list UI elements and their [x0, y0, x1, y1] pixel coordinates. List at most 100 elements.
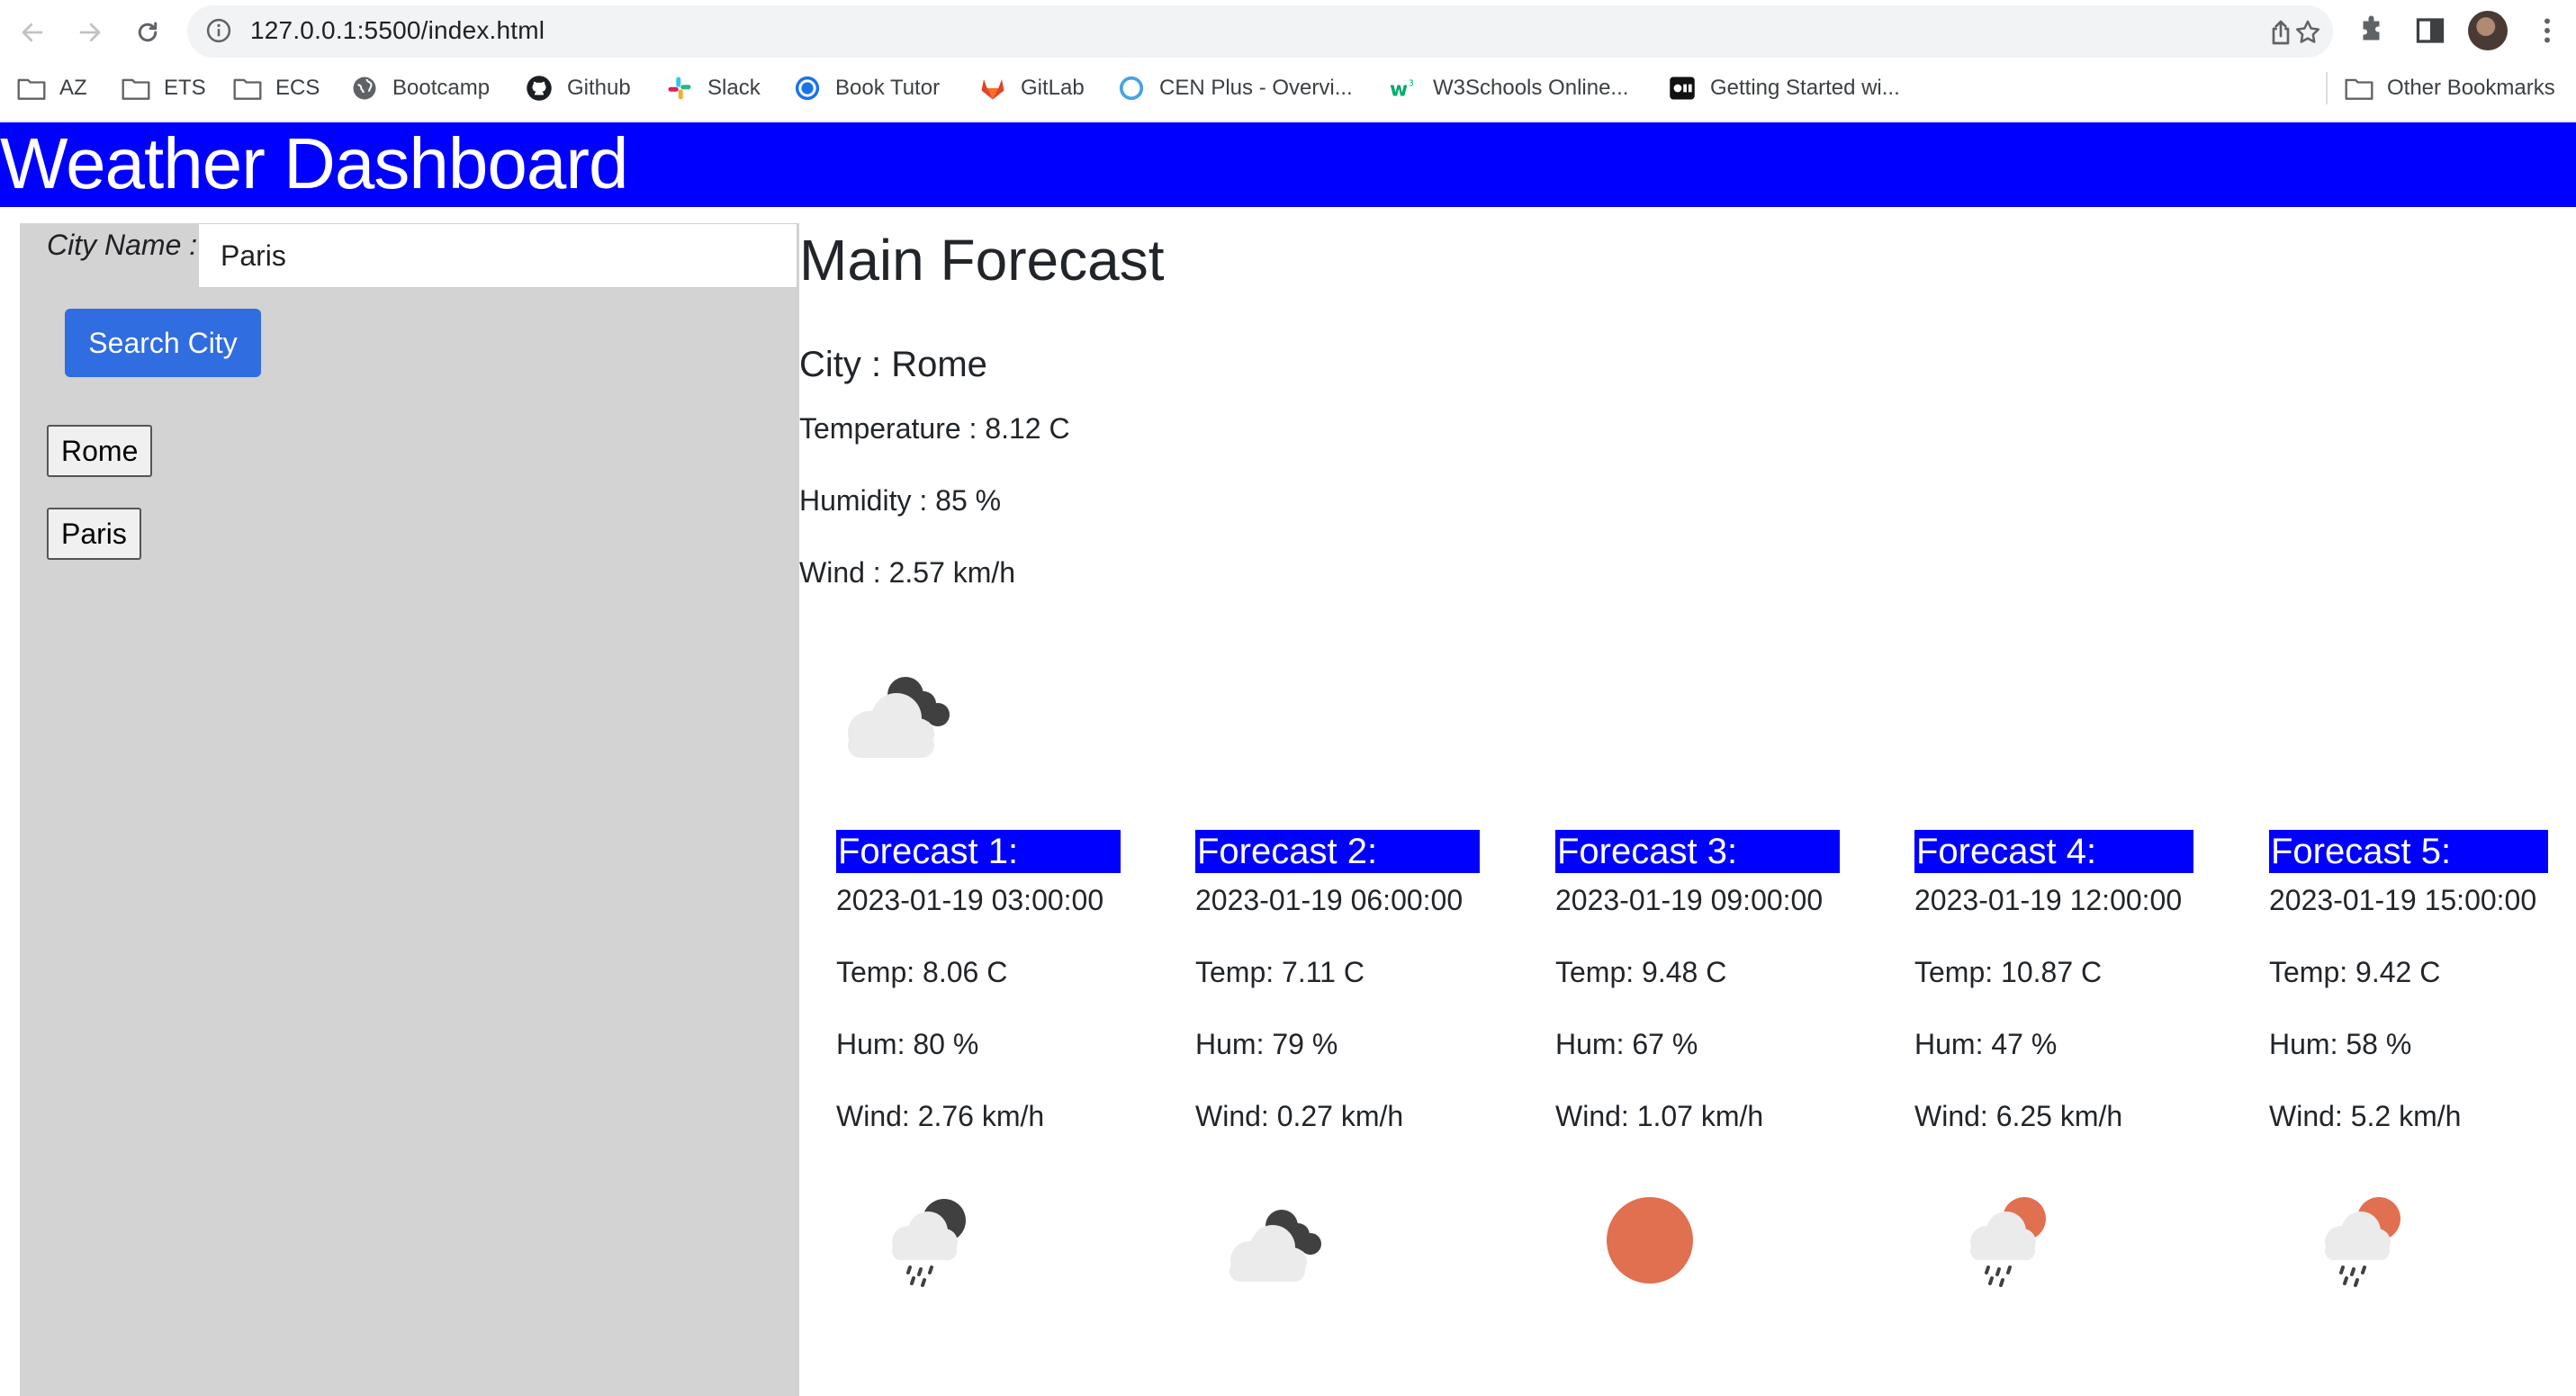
- slack-icon: [664, 75, 695, 102]
- share-icon[interactable]: [2266, 18, 2295, 47]
- bookmark-label: Bootcamp: [392, 76, 491, 100]
- bookmark-cen-plus-overvi[interactable]: CEN Plus - Overvi...: [1116, 74, 1353, 103]
- star-icon[interactable]: [2293, 18, 2322, 47]
- forecast-date: 2023-01-19 12:00:00: [1914, 884, 2183, 916]
- forecast-humidity: Hum: 67 %: [1555, 1028, 1698, 1060]
- bookmark-label: ECS: [275, 76, 320, 100]
- globe-icon: [349, 75, 380, 102]
- bookmark-ets[interactable]: ETS: [121, 74, 206, 103]
- forecast-temp: Temp: 9.42 C: [2269, 956, 2441, 988]
- cen-icon: [1116, 75, 1147, 102]
- bookmark-label: Github: [567, 76, 631, 100]
- gitlab-icon: [977, 75, 1008, 102]
- forecast-date: 2023-01-19 06:00:00: [1195, 884, 1464, 916]
- bookmarks-separator: [2326, 72, 2328, 104]
- bookmark-book-tutor[interactable]: Book Tutor: [792, 74, 940, 103]
- history-button-rome[interactable]: Rome: [47, 425, 153, 477]
- history-button-paris[interactable]: Paris: [47, 508, 141, 560]
- bookmark-label: GitLab: [1021, 76, 1085, 100]
- folder-icon: [232, 75, 263, 102]
- back-button[interactable]: [13, 13, 52, 52]
- book-tutor-icon: [792, 75, 823, 102]
- folder-icon: [16, 75, 47, 102]
- current-wind: Wind : 2.57 km/h: [799, 556, 1016, 589]
- current-temperature: Temperature : 8.12 C: [799, 412, 1070, 445]
- bookmark-gitlab[interactable]: GitLab: [977, 74, 1085, 103]
- forecast-temp: Temp: 9.48 C: [1555, 956, 1727, 988]
- bookmark-label: Book Tutor: [835, 76, 941, 100]
- github-icon: [524, 75, 554, 102]
- video-icon: [1667, 75, 1698, 102]
- forecast-title: Forecast 5:: [2269, 830, 2548, 873]
- arrow-left-icon: [22, 23, 43, 42]
- bookmark-ecs[interactable]: ECS: [232, 74, 320, 103]
- app-header: Weather Dashboard: [0, 122, 2576, 207]
- forecast-date: 2023-01-19 09:00:00: [1555, 884, 1824, 916]
- bookmark-label: Getting Started wi...: [1710, 76, 1900, 100]
- puzzle-icon[interactable]: [2356, 14, 2389, 47]
- search-sidebar: City Name : Search City Rome Paris: [20, 223, 799, 1396]
- bookmark-slack[interactable]: Slack: [664, 74, 761, 103]
- arrow-right-icon: [79, 23, 101, 42]
- bookmark-label: CEN Plus - Overvi...: [1159, 76, 1353, 100]
- address-bar[interactable]: 127.0.0.1:5500/index.html: [187, 5, 2333, 58]
- folder-icon: [2344, 75, 2374, 102]
- forecast-title: Forecast 2:: [1195, 830, 1480, 873]
- forecast-temp: Temp: 10.87 C: [1914, 956, 2103, 988]
- bookmark-bootcamp[interactable]: Bootcamp: [349, 74, 490, 103]
- browser-chrome: 127.0.0.1:5500/index.html AZ ETS ECS Bootca…: [0, 0, 2576, 122]
- current-humidity: Humidity : 85 %: [799, 484, 1002, 517]
- forecast-wind: Wind: 1.07 km/h: [1555, 1100, 1764, 1132]
- search-city-button[interactable]: Search City: [65, 309, 261, 377]
- forecast-title: Forecast 4:: [1914, 830, 2193, 873]
- bookmark-label: AZ: [59, 76, 87, 100]
- current-city: City : Rome: [799, 345, 987, 384]
- bookmark-label: Slack: [707, 76, 761, 100]
- rain-night-icon: [872, 1186, 989, 1294]
- other-bookmarks-label: Other Bookmarks: [2387, 76, 2555, 100]
- forecast-wind: Wind: 5.2 km/h: [2269, 1100, 2462, 1132]
- reload-button[interactable]: [128, 13, 167, 52]
- forecast-card-1: Forecast 1: 2023-01-19 03:00:00 Temp: 8.06…: [836, 830, 1121, 1287]
- clear-sun-icon: [1591, 1186, 1708, 1294]
- main-forecast-heading: Main Forecast: [799, 228, 1165, 293]
- w3schools-icon: w3: [1390, 75, 1420, 102]
- forecast-humidity: Hum: 47 %: [1914, 1028, 2058, 1060]
- city-name-label: City Name :: [47, 229, 198, 261]
- reload-icon: [138, 22, 158, 42]
- page-title: Weather Dashboard: [0, 123, 628, 203]
- forward-button[interactable]: [70, 13, 110, 52]
- forecast-card-2: Forecast 2: 2023-01-19 06:00:00 Temp: 7.11…: [1195, 830, 1480, 1282]
- forecast-date: 2023-01-19 15:00:00: [2269, 884, 2537, 916]
- other-bookmarks[interactable]: Other Bookmarks: [2344, 74, 2555, 103]
- forecast-card-4: Forecast 4: 2023-01-19 12:00:00 Temp: 10.8…: [1914, 830, 2193, 1287]
- info-icon[interactable]: [205, 17, 232, 44]
- main-forecast: Main Forecast City : Rome Temperature : …: [799, 223, 2576, 1396]
- forecast-date: 2023-01-19 03:00:00: [836, 884, 1104, 916]
- bookmark-az[interactable]: AZ: [16, 74, 87, 103]
- kebab-menu-icon[interactable]: [2531, 14, 2563, 47]
- broken-clouds-icon: [848, 677, 950, 758]
- url-text[interactable]: 127.0.0.1:5500/index.html: [250, 16, 545, 45]
- forecast-humidity: Hum: 80 %: [836, 1028, 979, 1060]
- bookmark-github[interactable]: Github: [524, 74, 631, 103]
- bookmark-w3schools-online[interactable]: w 3 W3Schools Online...: [1390, 74, 1628, 103]
- city-input[interactable]: [198, 223, 797, 288]
- forecast-title: Forecast 3:: [1555, 830, 1840, 873]
- bookmark-getting-started-wi[interactable]: Getting Started wi...: [1667, 74, 1900, 103]
- rain-day-icon: [1950, 1186, 2067, 1294]
- svg-text:3: 3: [1409, 79, 1414, 89]
- page: Weather Dashboard City Name : Search Cit…: [0, 122, 2576, 1396]
- forecast-temp: Temp: 8.06 C: [836, 956, 1008, 988]
- forecast-wind: Wind: 2.76 km/h: [836, 1100, 1045, 1132]
- forecast-humidity: Hum: 58 %: [2269, 1028, 2412, 1060]
- bookmark-label: W3Schools Online...: [1433, 76, 1629, 100]
- forecast-humidity: Hum: 79 %: [1195, 1028, 1338, 1060]
- broken-clouds-icon: [1213, 1186, 1330, 1294]
- svg-text:w: w: [1390, 79, 1408, 101]
- bookmark-label: ETS: [164, 76, 206, 100]
- sidepanel-icon[interactable]: [2414, 14, 2446, 47]
- profile-avatar[interactable]: [2468, 11, 2508, 50]
- bookmarks-bar: AZ ETS ECS Bootcamp Github Slack Book Tutor Git…: [0, 67, 2576, 110]
- forecast-card-5: Forecast 5: 2023-01-19 15:00:00 Temp: 9.42…: [2269, 830, 2548, 1287]
